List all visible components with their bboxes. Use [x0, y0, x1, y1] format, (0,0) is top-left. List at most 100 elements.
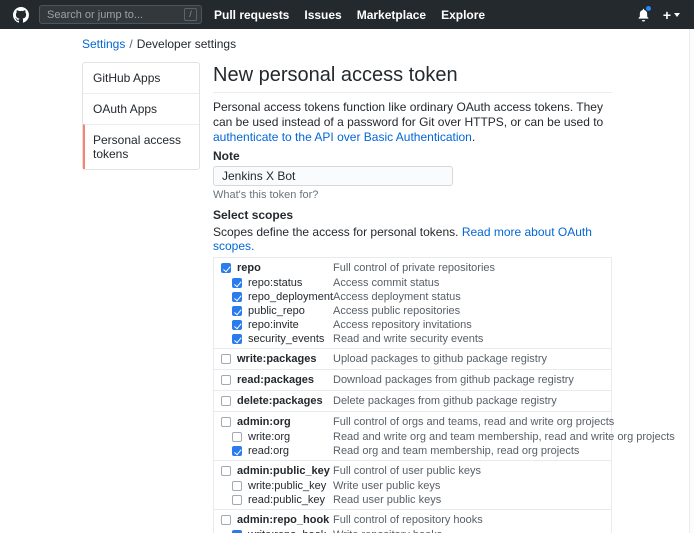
- vertical-scrollbar[interactable]: [689, 29, 694, 533]
- scope-name-cell: repo:status: [221, 277, 333, 289]
- scope-checkbox-delete:packages[interactable]: [221, 396, 231, 406]
- scope-row-write:repo_hook: write:repo_hook Write repository hooks: [214, 528, 611, 533]
- scope-checkbox-repo_deployment[interactable]: [232, 292, 242, 302]
- chevron-down-icon: [674, 13, 680, 20]
- scope-checkbox-security_events[interactable]: [232, 334, 242, 344]
- search-input[interactable]: [47, 9, 184, 21]
- scope-row-security_events: security_events Read and write security e…: [214, 332, 611, 346]
- scope-description: Read and write org and team membership, …: [333, 431, 675, 443]
- scope-row-repo_deployment: repo_deploymentAccess deployment status: [214, 290, 611, 304]
- scopes-description-text: Scopes define the access for personal to…: [213, 225, 462, 239]
- scope-checkbox-read:packages[interactable]: [221, 375, 231, 385]
- scope-group: admin:org Full control of orgs and teams,…: [214, 412, 611, 461]
- header-nav: Pull requests Issues Marketplace Explore: [214, 8, 485, 22]
- scope-name-cell: admin:repo_hook: [221, 514, 333, 526]
- scope-name-cell: delete:packages: [221, 395, 333, 407]
- scope-checkbox-repo[interactable]: [221, 263, 231, 273]
- scope-name: write:org: [248, 431, 290, 443]
- scope-name: repo:status: [248, 277, 302, 289]
- scope-checkbox-admin:org[interactable]: [221, 417, 231, 427]
- create-new-dropdown[interactable]: +: [663, 8, 680, 22]
- nav-marketplace[interactable]: Marketplace: [357, 8, 426, 22]
- scope-name: admin:org: [237, 416, 291, 428]
- scope-description: Read and write security events: [333, 333, 483, 345]
- scope-name: write:public_key: [248, 480, 326, 492]
- scope-row-repo:invite: repo:inviteAccess repository invitations: [214, 318, 611, 332]
- scope-description: Upload packages to github package regist…: [333, 353, 547, 365]
- scope-checkbox-read:org[interactable]: [232, 446, 242, 456]
- sidebar-item-personal-access-tokens[interactable]: Personal access tokens: [83, 124, 199, 169]
- scope-checkbox-write:org[interactable]: [232, 432, 242, 442]
- scope-description: Full control of orgs and teams, read and…: [333, 416, 614, 428]
- scope-row-admin:repo_hook: admin:repo_hookFull control of repositor…: [214, 512, 611, 528]
- scope-checkbox-public_repo[interactable]: [232, 306, 242, 316]
- scope-row-read:public_key: read:public_key Read user public keys: [214, 493, 611, 507]
- scope-checkbox-write:public_key[interactable]: [232, 481, 242, 491]
- breadcrumb: Settings / Developer settings: [82, 37, 694, 51]
- intro-text: Personal access tokens function like ord…: [213, 100, 612, 145]
- scope-row-repo:status: repo:status Access commit status: [214, 276, 611, 290]
- scope-name-cell: write:public_key: [221, 480, 333, 492]
- scope-name: repo: [237, 262, 261, 274]
- scope-row-delete:packages: delete:packagesDelete packages from gith…: [214, 393, 611, 409]
- unread-notification-dot: [645, 5, 652, 12]
- scope-row-read:org: read:org Read org and team membership, re…: [214, 444, 611, 458]
- scope-name-cell: public_repo: [221, 305, 333, 317]
- scope-checkbox-read:public_key[interactable]: [232, 495, 242, 505]
- scope-description: Read org and team membership, read org p…: [333, 445, 579, 457]
- github-logo-icon[interactable]: [13, 7, 29, 23]
- scope-name: security_events: [248, 333, 324, 345]
- breadcrumb-settings-link[interactable]: Settings: [82, 37, 125, 51]
- scope-name-cell: read:org: [221, 445, 333, 457]
- sidebar-item-github-apps[interactable]: GitHub Apps: [83, 63, 199, 93]
- breadcrumb-current: Developer settings: [137, 37, 236, 51]
- note-help-text: What's this token for?: [213, 189, 612, 201]
- header-right: +: [637, 8, 680, 22]
- scope-description: Read user public keys: [333, 494, 441, 506]
- scope-name-cell: write:repo_hook: [221, 529, 333, 533]
- scope-description: Access public repositories: [333, 305, 460, 317]
- scope-checkbox-repo:status[interactable]: [232, 278, 242, 288]
- scope-name: read:packages: [237, 374, 314, 386]
- scope-name-cell: write:org: [221, 431, 333, 443]
- scope-description: Full control of user public keys: [333, 465, 481, 477]
- scope-name-cell: read:packages: [221, 374, 333, 386]
- nav-issues[interactable]: Issues: [304, 8, 341, 22]
- page-body: GitHub Apps OAuth Apps Personal access t…: [0, 62, 694, 533]
- scope-checkbox-admin:repo_hook[interactable]: [221, 515, 231, 525]
- nav-explore[interactable]: Explore: [441, 8, 485, 22]
- scope-description: Full control of private repositories: [333, 262, 495, 274]
- select-scopes-label: Select scopes: [213, 208, 612, 222]
- scope-row-public_repo: public_repoAccess public repositories: [214, 304, 611, 318]
- notifications-bell-icon[interactable]: [637, 8, 650, 22]
- note-input[interactable]: [213, 166, 453, 186]
- scope-description: Access commit status: [333, 277, 439, 289]
- scope-group: delete:packagesDelete packages from gith…: [214, 391, 611, 412]
- scope-name-cell: admin:public_key: [221, 465, 333, 477]
- scope-checkbox-repo:invite[interactable]: [232, 320, 242, 330]
- basic-auth-link[interactable]: authenticate to the API over Basic Authe…: [213, 130, 472, 144]
- scope-checkbox-write:packages[interactable]: [221, 354, 231, 364]
- scope-row-write:public_key: write:public_keyWrite user public keys: [214, 479, 611, 493]
- scope-name: read:public_key: [248, 494, 325, 506]
- note-label: Note: [213, 149, 612, 163]
- scope-row-read:packages: read:packagesDownload packages from gith…: [214, 372, 611, 388]
- scope-name-cell: admin:org: [221, 416, 333, 428]
- scope-name-cell: repo_deployment: [221, 291, 333, 303]
- main-content: New personal access token Personal acces…: [213, 62, 612, 533]
- scope-group: admin:repo_hookFull control of repositor…: [214, 510, 611, 533]
- scope-description: Write repository hooks: [333, 529, 442, 533]
- scope-name-cell: repo: [221, 262, 333, 274]
- scope-name: delete:packages: [237, 395, 323, 407]
- scope-name-cell: repo:invite: [221, 319, 333, 331]
- scope-name: write:repo_hook: [248, 529, 326, 533]
- breadcrumb-separator: /: [129, 37, 132, 51]
- scope-checkbox-admin:public_key[interactable]: [221, 466, 231, 476]
- sidebar-item-oauth-apps[interactable]: OAuth Apps: [83, 93, 199, 124]
- nav-pull-requests[interactable]: Pull requests: [214, 8, 289, 22]
- scope-row-write:org: write:orgRead and write org and team mem…: [214, 430, 611, 444]
- scope-name: admin:public_key: [237, 465, 330, 477]
- scope-name: read:org: [248, 445, 289, 457]
- scopes-description: Scopes define the access for personal to…: [213, 225, 612, 253]
- search-shortcut-hint: /: [184, 8, 197, 21]
